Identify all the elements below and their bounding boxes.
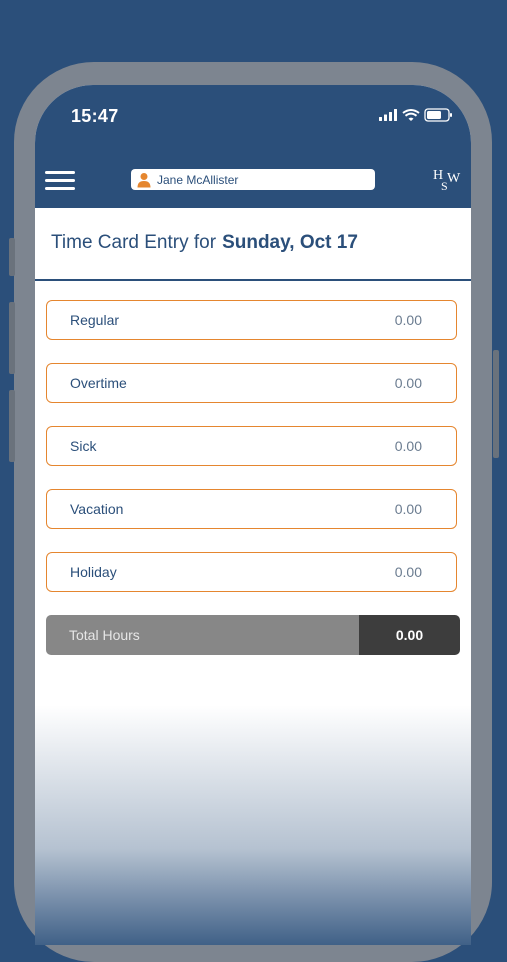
app-screen: 15:47 Jane McAllister H S W Time Card En…	[35, 85, 471, 945]
entry-hours-value[interactable]: 0.00	[395, 501, 422, 517]
total-hours-value: 0.00	[359, 615, 460, 655]
entry-label: Regular	[70, 312, 120, 328]
entry-row-vacation[interactable]: Vacation 0.00	[46, 489, 457, 529]
hamburger-menu-icon[interactable]	[45, 171, 75, 190]
entry-label: Holiday	[70, 564, 117, 580]
status-time: 15:47	[71, 106, 119, 126]
title-divider	[35, 279, 471, 281]
entry-label: Vacation	[70, 501, 124, 517]
entry-hours-value[interactable]: 0.00	[395, 312, 422, 328]
page-title: Time Card Entry for Sunday, Oct 17	[51, 232, 358, 254]
user-name: Jane McAllister	[157, 172, 239, 187]
entry-row-regular[interactable]: Regular 0.00	[46, 300, 457, 340]
cellular-signal-icon	[379, 109, 397, 121]
total-hours-bar: Total Hours 0.00	[46, 615, 460, 655]
phone-side-button	[9, 238, 15, 276]
bottom-fade-overlay	[35, 705, 471, 945]
page-title-prefix: Time Card Entry for	[51, 232, 217, 253]
company-logo: HSW	[433, 168, 461, 193]
entry-row-overtime[interactable]: Overtime 0.00	[46, 363, 457, 403]
entry-row-sick[interactable]: Sick 0.00	[46, 426, 457, 466]
wifi-icon	[402, 109, 420, 121]
status-icons	[379, 108, 452, 122]
entry-hours-value[interactable]: 0.00	[395, 438, 422, 454]
entry-label: Sick	[70, 438, 97, 454]
entry-row-holiday[interactable]: Holiday 0.00	[46, 552, 457, 592]
person-icon	[137, 172, 151, 187]
user-selector[interactable]: Jane McAllister	[131, 169, 375, 190]
entry-hours-value[interactable]: 0.00	[395, 564, 422, 580]
phone-power-button	[493, 350, 499, 458]
entry-label: Overtime	[70, 375, 127, 391]
phone-volume-up-button	[9, 302, 15, 374]
total-hours-label: Total Hours	[46, 615, 359, 655]
phone-volume-down-button	[9, 390, 15, 462]
entry-hours-value[interactable]: 0.00	[395, 375, 422, 391]
page-title-date: Sunday, Oct 17	[222, 232, 358, 253]
battery-icon	[424, 108, 452, 122]
app-header: 15:47 Jane McAllister H S W	[35, 85, 471, 208]
